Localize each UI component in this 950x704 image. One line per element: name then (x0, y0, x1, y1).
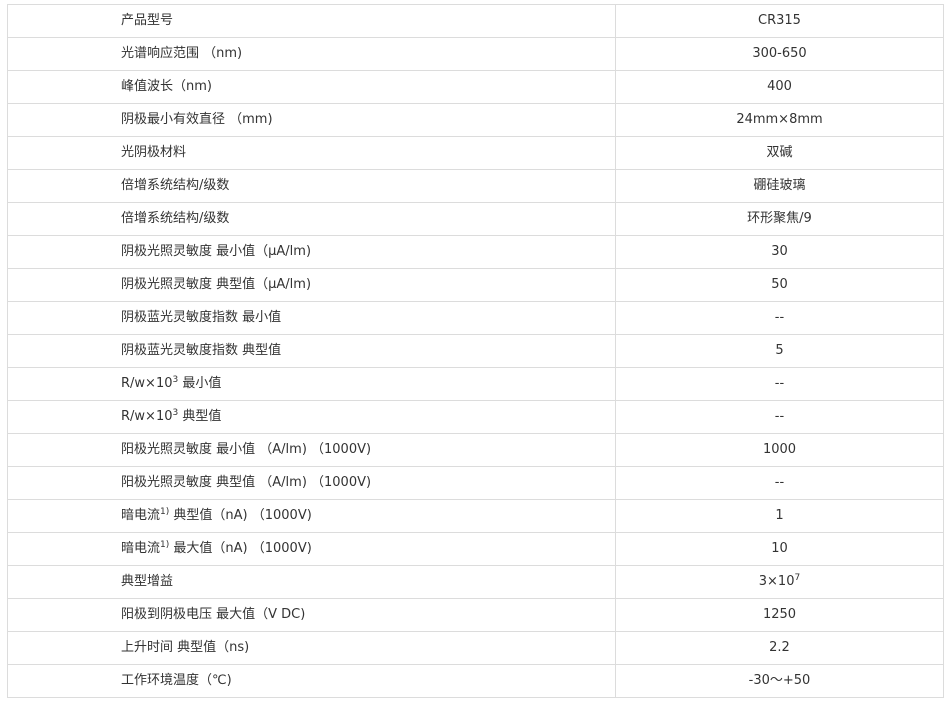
param-name: 暗电流1) 典型值（nA) （1000V) (7, 499, 616, 533)
table-row: 倍增系统结构/级数 硼硅玻璃 (7, 169, 944, 203)
table-row: 阴极蓝光灵敏度指数 典型值 5 (7, 334, 944, 368)
param-value: CR315 (615, 4, 944, 38)
param-value: 24mm×8mm (615, 103, 944, 137)
table-row: 暗电流1) 最大值（nA) （1000V) 10 (7, 532, 944, 566)
param-name: 阴极光照灵敏度 典型值（μA/lm) (7, 268, 616, 302)
footnote-marker: 1) (160, 507, 170, 517)
table-row: 光阴极材料 双碱 (7, 136, 944, 170)
param-value: 400 (615, 70, 944, 104)
param-value: -- (615, 367, 944, 401)
table-row: 阳极光照灵敏度 典型值 （A/lm) （1000V) -- (7, 466, 944, 500)
param-name: 阳极光照灵敏度 典型值 （A/lm) （1000V) (7, 466, 616, 500)
table-row: 光谱响应范围 （nm) 300-650 (7, 37, 944, 71)
param-name: 暗电流1) 最大值（nA) （1000V) (7, 532, 616, 566)
param-name-text: 暗电流 (121, 508, 161, 523)
spec-table: 产品型号 CR315 光谱响应范围 （nm) 300-650 峰值波长（nm) … (7, 4, 944, 698)
param-name: 典型增益 (7, 565, 616, 599)
param-name: 阴极蓝光灵敏度指数 最小值 (7, 301, 616, 335)
param-value: -- (615, 301, 944, 335)
param-name-text: R/w×10 (121, 376, 173, 391)
superscript-exponent: 7 (794, 573, 801, 583)
param-name: R/w×103 最小值 (7, 367, 616, 401)
param-value: 3×107 (615, 565, 944, 599)
table-row: 阴极蓝光灵敏度指数 最小值 -- (7, 301, 944, 335)
param-name: 阴极蓝光灵敏度指数 典型值 (7, 334, 616, 368)
param-value: 50 (615, 268, 944, 302)
table-row: 产品型号 CR315 (7, 4, 944, 38)
param-name-suffix: 最大值（nA) （1000V) (169, 541, 312, 556)
table-row: 倍增系统结构/级数 环形聚焦/9 (7, 202, 944, 236)
table-row: 峰值波长（nm) 400 (7, 70, 944, 104)
table-row: 阳极到阴极电压 最大值（V DC) 1250 (7, 598, 944, 632)
param-name: 阴极光照灵敏度 最小值（μA/lm) (7, 235, 616, 269)
param-value: -- (615, 400, 944, 434)
param-value: 30 (615, 235, 944, 269)
param-value: 环形聚焦/9 (615, 202, 944, 236)
table-row: R/w×103 最小值 -- (7, 367, 944, 401)
param-name: 阴极最小有效直径 （mm) (7, 103, 616, 137)
param-value-text: 3×10 (758, 574, 795, 589)
table-row: 阴极光照灵敏度 最小值（μA/lm) 30 (7, 235, 944, 269)
param-name-suffix: 典型值 (178, 409, 222, 424)
param-value: 1000 (615, 433, 944, 467)
table-row: 工作环境温度（℃) -30～+50 (7, 664, 944, 698)
param-name: 峰值波长（nm) (7, 70, 616, 104)
spec-table-body: 产品型号 CR315 光谱响应范围 （nm) 300-650 峰值波长（nm) … (7, 4, 944, 698)
table-row: 阴极光照灵敏度 典型值（μA/lm) 50 (7, 268, 944, 302)
param-name-text: 暗电流 (121, 541, 161, 556)
footnote-marker: 1) (160, 540, 170, 550)
param-value: 2.2 (615, 631, 944, 665)
table-row: 阳极光照灵敏度 最小值 （A/lm) （1000V) 1000 (7, 433, 944, 467)
table-row: 上升时间 典型值（ns) 2.2 (7, 631, 944, 665)
table-row: R/w×103 典型值 -- (7, 400, 944, 434)
param-name: 阳极光照灵敏度 最小值 （A/lm) （1000V) (7, 433, 616, 467)
param-value: 300-650 (615, 37, 944, 71)
table-row: 阴极最小有效直径 （mm) 24mm×8mm (7, 103, 944, 137)
param-value: 10 (615, 532, 944, 566)
param-name-suffix: 最小值 (178, 376, 222, 391)
param-value: 5 (615, 334, 944, 368)
table-row: 暗电流1) 典型值（nA) （1000V) 1 (7, 499, 944, 533)
param-name: 光阴极材料 (7, 136, 616, 170)
param-name: 倍增系统结构/级数 (7, 169, 616, 203)
param-value: -- (615, 466, 944, 500)
param-name: R/w×103 典型值 (7, 400, 616, 434)
table-row: 典型增益 3×107 (7, 565, 944, 599)
param-value: -30～+50 (615, 664, 944, 698)
param-name: 阳极到阴极电压 最大值（V DC) (7, 598, 616, 632)
param-value: 硼硅玻璃 (615, 169, 944, 203)
param-value: 1250 (615, 598, 944, 632)
param-name: 倍增系统结构/级数 (7, 202, 616, 236)
param-value: 双碱 (615, 136, 944, 170)
param-name-suffix: 典型值（nA) （1000V) (169, 508, 312, 523)
param-name: 光谱响应范围 （nm) (7, 37, 616, 71)
param-name: 工作环境温度（℃) (7, 664, 616, 698)
param-name: 上升时间 典型值（ns) (7, 631, 616, 665)
param-name-text: R/w×10 (121, 409, 173, 424)
param-name: 产品型号 (7, 4, 616, 38)
param-value: 1 (615, 499, 944, 533)
